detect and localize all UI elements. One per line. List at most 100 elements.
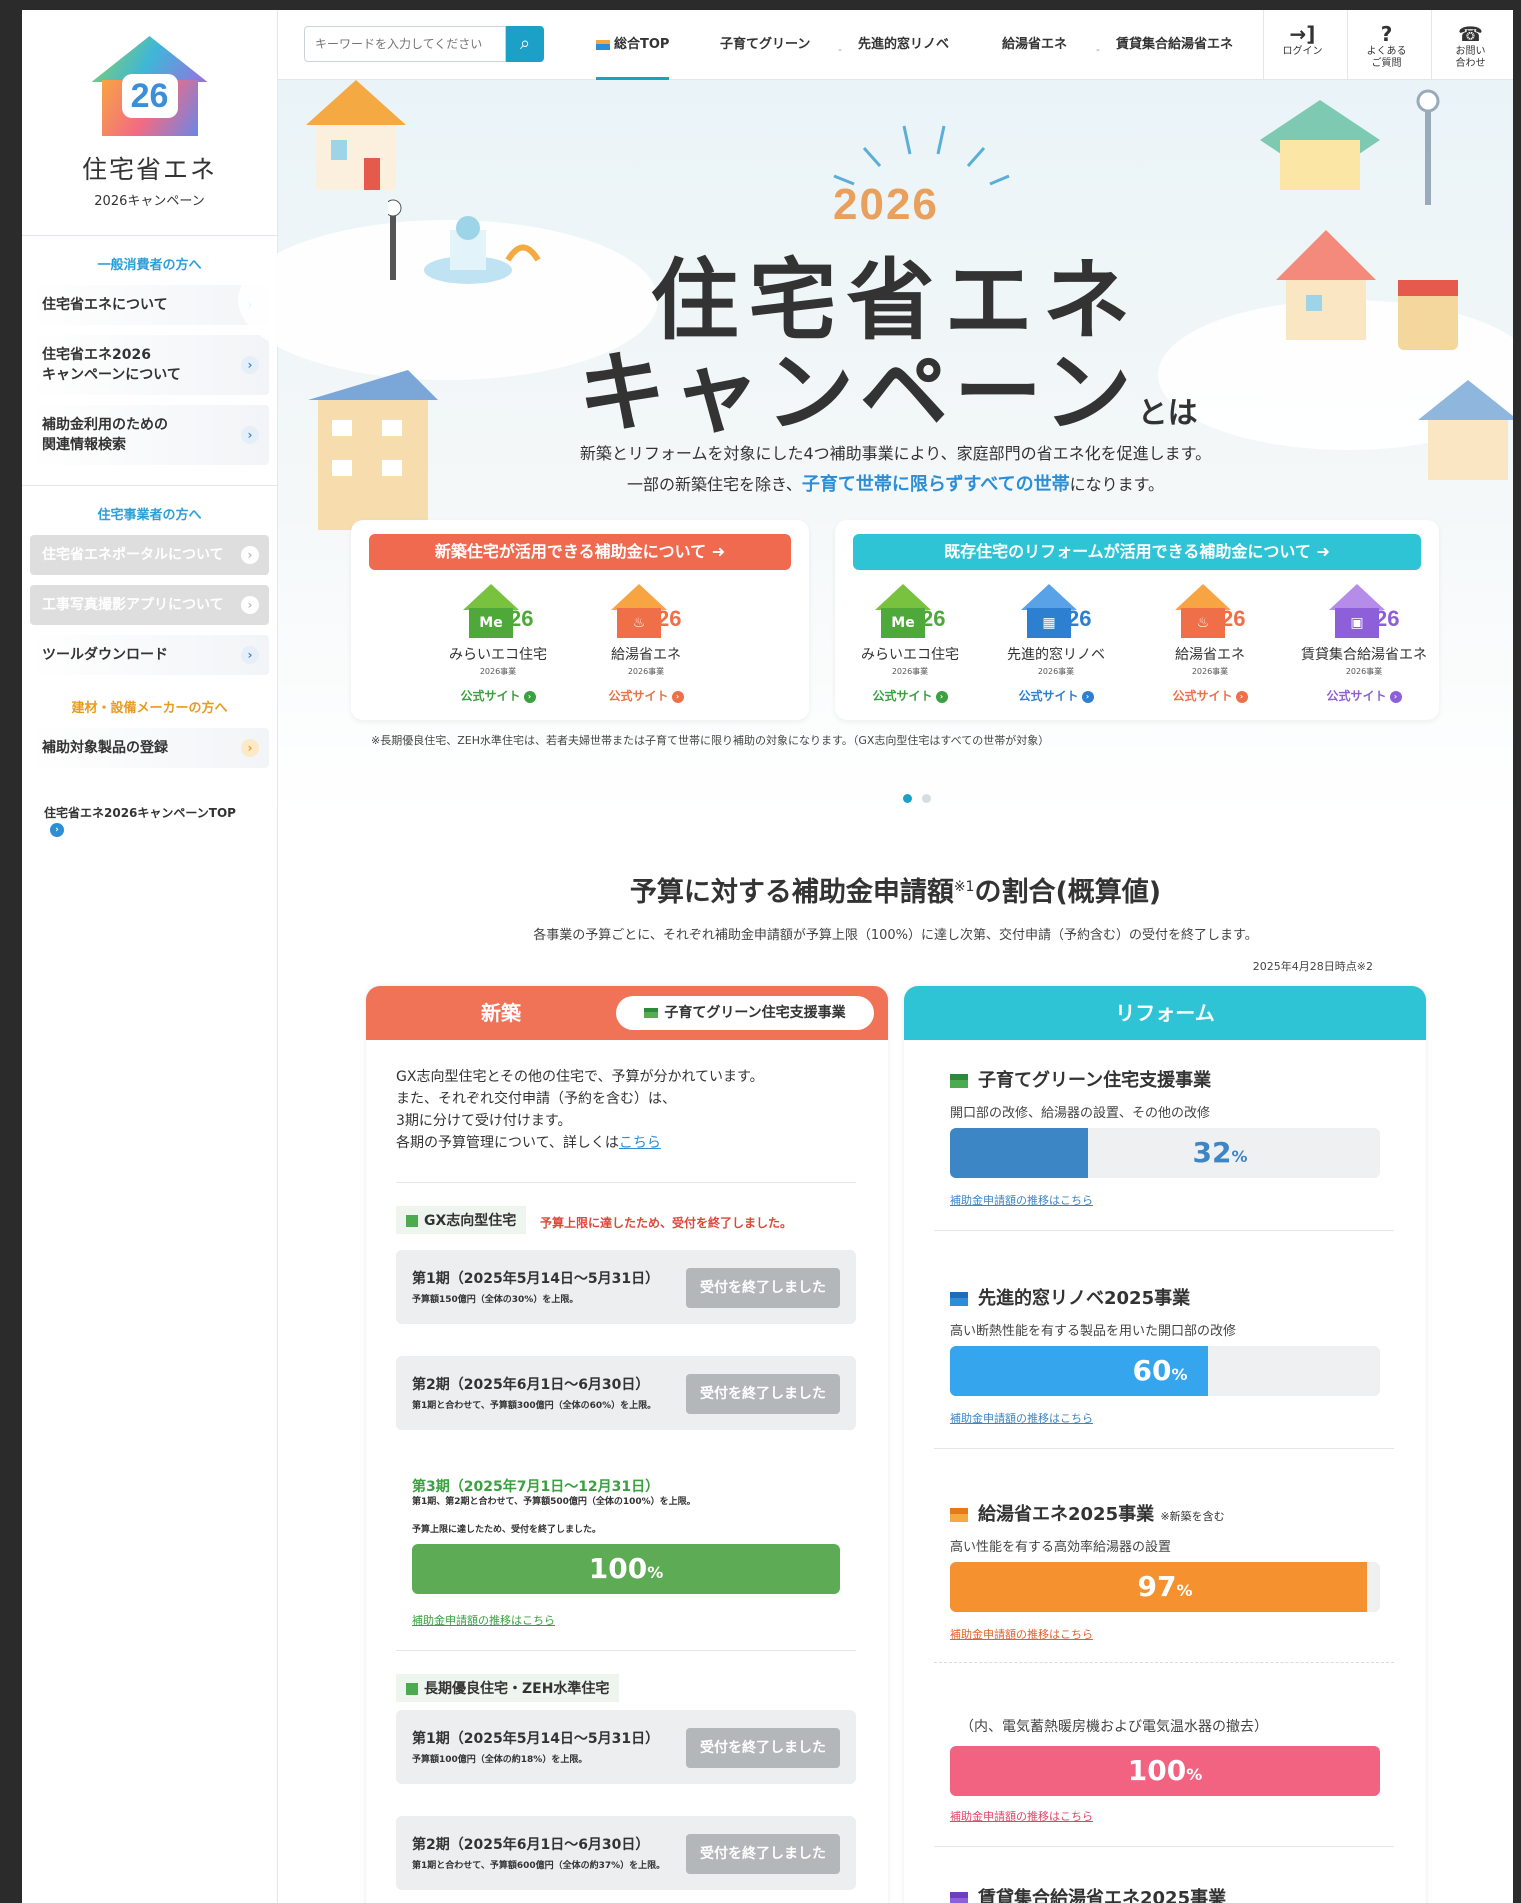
period-closed-button[interactable]: 受付を終了しました: [686, 1374, 840, 1414]
link-label: 公式サイト: [460, 689, 521, 703]
sidebar-item-photo-app[interactable]: 工事写真撮影アプリについて ›: [30, 585, 269, 625]
official-site-link[interactable]: 公式サイト ›: [1291, 687, 1437, 704]
reform-history-link[interactable]: 補助金申請額の推移はこちら: [950, 1626, 1093, 1642]
hero-description-2: 一部の新築住宅を除き、子育て世帯に限らずすべての世帯になります。: [278, 470, 1513, 496]
carousel-dot[interactable]: [922, 794, 931, 803]
chevron-right-icon: ➜: [1316, 542, 1330, 561]
hero-banner: 2026 住宅省エネ キャンペーンとは 新築とリフォームを対象にした4つ補助事業…: [238, 80, 1513, 820]
carousel-dot[interactable]: [903, 794, 912, 803]
gx-period-3-desc: 第1期、第2期と合わせて、予算額500億円（全体の100%）を上限。: [412, 1497, 696, 1507]
period-closed-button[interactable]: 受付を終了しました: [686, 1728, 840, 1768]
period-closed-button[interactable]: 受付を終了しました: [686, 1268, 840, 1308]
nav-rental-water-heater[interactable]: 賃貸集合給湯省エネ: [1116, 10, 1233, 80]
window-icon: ▦ 26: [1021, 584, 1091, 640]
campaign-top-link[interactable]: 住宅省エネ2026キャンペーンTOP ›: [22, 788, 277, 853]
sidebar-item-about[interactable]: 住宅省エネについて›: [30, 285, 269, 325]
gx-history-link[interactable]: 補助金申請額の推移はこちら: [412, 1612, 555, 1628]
percent-unit: %: [1231, 1147, 1248, 1166]
search-input[interactable]: [304, 26, 506, 62]
nav-separator: -: [1096, 43, 1100, 56]
reform-title-text: 先進的窓リノベ2025事業: [978, 1288, 1191, 1309]
nav-top[interactable]: 総合TOP: [596, 10, 670, 80]
house-icon: [644, 1008, 659, 1018]
business-heading: 住宅事業者の方へ: [97, 508, 202, 523]
faq-button[interactable]: ? よくある ご質問: [1347, 10, 1425, 80]
official-site-link[interactable]: 公式サイト ›: [991, 687, 1121, 704]
sidebar-item-tools[interactable]: ツールダウンロード ›: [30, 635, 269, 675]
nav-label: 総合TOP: [614, 37, 670, 52]
nav-water-heater[interactable]: 給湯省エネ: [1002, 10, 1067, 80]
gx-period-2: 第2期（2025年6月1日〜6月30日） 第1期と合わせて、予算額300億円（全…: [396, 1356, 856, 1430]
water-heater-icon: [950, 1508, 968, 1522]
reform-title-text: 給湯省エネ2025事業: [978, 1504, 1155, 1525]
login-icon: →]: [1289, 22, 1316, 46]
water-heater-icon: ♨ 26: [1175, 584, 1245, 640]
contact-button[interactable]: ☎ お問い 合わせ: [1431, 10, 1509, 80]
arrow-icon: ›: [935, 690, 948, 703]
sidebar-item-campaign[interactable]: 住宅省エネ2026 キャンペーンについて ›: [30, 335, 269, 395]
reform-title-note: ※新築を含む: [1160, 1510, 1225, 1523]
store-illustration: [1260, 100, 1380, 190]
link-label: 公式サイト: [1326, 689, 1387, 703]
intro-line: また、それぞれ交付申請（予約を含む）は、: [396, 1091, 676, 1107]
arrow-icon: ›: [1081, 690, 1094, 703]
chevron-right-icon: ›: [241, 646, 259, 664]
details-link[interactable]: こちら: [619, 1135, 661, 1151]
divider: [396, 1650, 856, 1651]
subsidy-card-mirai-eco: Me 26 みらいエコ住宅 2026事業 公式サイト ›: [433, 584, 563, 704]
gx-period-3-progress: 100%: [412, 1544, 840, 1594]
reform-history-link[interactable]: 補助金申請額の推移はこちら: [950, 1192, 1093, 1208]
reform-history-link[interactable]: 補助金申請額の推移はこちら: [950, 1808, 1093, 1824]
nav-label: 子育てグリーン: [720, 37, 811, 52]
streetlamp-illustration: [1416, 89, 1440, 205]
chevron-right-icon: ›: [241, 739, 259, 757]
percent-value: 32: [1192, 1136, 1232, 1169]
sidebar-item-label: 補助対象製品の登録: [42, 740, 168, 756]
nav-kosodate-green[interactable]: 子育てグリーン: [720, 10, 810, 80]
long-term-label: 長期優良住宅・ZEH水準住宅: [396, 1674, 620, 1702]
link-label: 公式サイト: [608, 689, 669, 703]
logo-title: 住宅省エネ: [81, 155, 217, 184]
logo-subtitle: 2026キャンペーン: [94, 194, 205, 209]
period-closed-button[interactable]: 受付を終了しました: [686, 1834, 840, 1874]
reform-item-title: 子育てグリーン住宅支援事業: [950, 1066, 1211, 1092]
divider: [934, 1846, 1394, 1847]
period-title: 第1期（2025年5月14日〜5月31日）: [412, 1731, 660, 1747]
card-year: 2026事業: [627, 667, 665, 676]
official-site-link[interactable]: 公式サイト ›: [433, 687, 563, 704]
intro-line: GX志向型住宅とその他の住宅で、予算が分かれています。: [396, 1069, 764, 1085]
panel-title: 既存住宅のリフォームが活用できる補助金について: [944, 542, 1311, 561]
reform-item-title: 給湯省エネ2025事業 ※新築を含む: [950, 1500, 1225, 1526]
sidebar-item-search[interactable]: 補助金利用のための 関連情報検索 ›: [30, 405, 269, 465]
divider: [396, 1182, 856, 1183]
campaign-logo[interactable]: 26 住宅省エネ 2026キャンペーン: [22, 36, 277, 236]
chevron-right-icon: ›: [241, 596, 259, 614]
reform-history-link[interactable]: 補助金申請額の推移はこちら: [950, 1410, 1093, 1426]
divider: [934, 1662, 1394, 1663]
sidebar-item-product-registration[interactable]: 補助対象製品の登録 ›: [30, 728, 269, 768]
period-title: 第1期（2025年5月14日〜5月31日）: [412, 1271, 660, 1287]
search-icon: ⌕: [519, 33, 531, 54]
rental-icon: [950, 1892, 968, 1903]
reform-panel-header[interactable]: 既存住宅のリフォームが活用できる補助金について ➜: [853, 534, 1421, 570]
rays-decoration: [833, 125, 1010, 186]
gx-closed-notice: 予算上限に達したため、受付を終了しました。: [540, 1216, 793, 1230]
official-site-link[interactable]: 公式サイト ›: [581, 687, 711, 704]
reform-progress-water-heater: 97%: [950, 1562, 1380, 1612]
nav-label: 賃貸集合給湯省エネ: [1116, 37, 1234, 52]
nav-window-renovation[interactable]: 先進的窓リノベ: [858, 10, 949, 80]
search-button[interactable]: ⌕: [506, 26, 544, 62]
progress-percent: 100%: [950, 1746, 1380, 1796]
subsidy-card-water-heater: ♨ 26 給湯省エネ 2026事業 公式サイト ›: [1145, 584, 1275, 704]
panel-title: 新築住宅が活用できる補助金について: [434, 542, 707, 561]
sidebar-item-label: 補助金利用のための 関連情報検索: [42, 417, 168, 453]
carousel-dots: [898, 788, 936, 807]
period-title: 第2期（2025年6月1日〜6月30日）: [412, 1377, 650, 1393]
official-site-link[interactable]: 公式サイト ›: [845, 687, 975, 704]
link-label: 公式サイト: [872, 689, 933, 703]
sidebar-item-label: 住宅省エネ2026 キャンペーンについて: [42, 347, 181, 383]
new-build-panel-header[interactable]: 新築住宅が活用できる補助金について ➜: [369, 534, 791, 570]
official-site-link[interactable]: 公式サイト ›: [1145, 687, 1275, 704]
sidebar-item-portal[interactable]: 住宅省エネポータルについて ›: [30, 535, 269, 575]
login-button[interactable]: →] ログイン: [1263, 10, 1341, 80]
